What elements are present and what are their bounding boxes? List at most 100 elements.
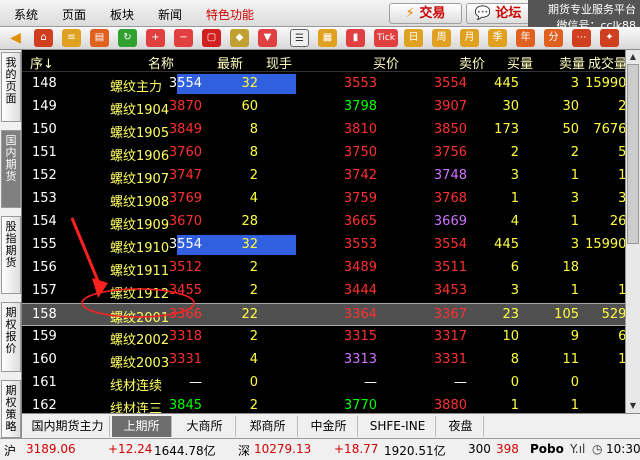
forum-button[interactable]: 💬 论坛 <box>466 3 530 24</box>
table-row[interactable]: 153螺纹1908376943759376813338 <box>22 188 640 211</box>
header-name[interactable]: 名称 <box>148 53 174 72</box>
refresh-icon[interactable]: ↻ <box>118 29 137 47</box>
table-row[interactable]: 155 螺纹1910 3554 32 3553 3554 445 3 1599044 <box>22 234 640 257</box>
cell-ask: 3907 <box>433 99 467 114</box>
tab-dce[interactable]: 大商所 <box>174 416 236 437</box>
menu-sector[interactable]: 板块 <box>110 6 134 23</box>
grid-icon[interactable]: ▦ <box>318 29 337 47</box>
tick-icon[interactable]: Tick <box>374 29 398 47</box>
table-row[interactable]: 157螺纹1912345523444345331102 <box>22 280 640 303</box>
table-row[interactable]: 154螺纹190936702836653669412698 <box>22 211 640 234</box>
side-tab-options-strategy[interactable]: 期权策略 <box>1 380 21 438</box>
side-tab-domestic-futures[interactable]: 国内期货 <box>1 130 21 208</box>
zoom-in-icon[interactable]: + <box>146 29 165 47</box>
menu-system[interactable]: 系统 <box>14 6 38 23</box>
day-icon[interactable]: 日 <box>404 29 423 47</box>
cell-ask: 3317 <box>433 329 467 344</box>
toolbar: ◀ ⌂ ≡ ▤ ↻ + − ▢ ◆ ▼ ☰ ▦ ▮ Tick 日 周 月 季 年… <box>0 27 640 50</box>
month-icon[interactable]: 月 <box>460 29 479 47</box>
table-row[interactable]: 152螺纹1907374723742374831130 <box>22 165 640 188</box>
cell-name: 螺纹1904 <box>110 103 170 118</box>
cell-vol: 2 <box>249 398 258 413</box>
cell-bid: 3313 <box>343 352 377 367</box>
chart-icon[interactable]: ▮ <box>346 29 365 47</box>
cell-vol: 0 <box>249 375 258 390</box>
header-avol[interactable]: 卖量 <box>559 53 585 72</box>
list-icon[interactable]: ☰ <box>290 29 309 47</box>
table-row[interactable]: 151螺纹1906376083750375622580 <box>22 142 640 165</box>
side-tab-index-futures[interactable]: 股指期货 <box>1 216 21 294</box>
tab-cffex[interactable]: 中金所 <box>300 416 358 437</box>
cell-last: 3760 <box>168 145 202 160</box>
minute-icon[interactable]: 分 <box>544 29 563 47</box>
promo-line1: 期货专业服务平台 <box>548 3 636 16</box>
bell-icon[interactable]: ◆ <box>230 29 249 47</box>
cell-no: 153 <box>32 191 57 206</box>
header-last[interactable]: 最新 <box>217 53 243 72</box>
quarter-icon[interactable]: 季 <box>488 29 507 47</box>
table-row[interactable]: 156螺纹1911351223489351161856 <box>22 257 640 280</box>
cell-last: 3455 <box>168 283 202 298</box>
cell-bid: 3444 <box>343 283 377 298</box>
header-tvol[interactable]: 成交量 <box>588 53 627 72</box>
table-row[interactable]: 150 螺纹1905 3849 8 3810 3850 173 50 767666 <box>22 119 640 142</box>
side-tab-options-quotes[interactable]: 期权报价 <box>1 302 21 372</box>
table-row[interactable]: 160螺纹20033331433133331811166 <box>22 349 640 372</box>
tab-night[interactable]: 夜盘 <box>438 416 484 437</box>
zoom-out-icon[interactable]: − <box>174 29 193 47</box>
window-icon[interactable]: ▢ <box>202 29 221 47</box>
tab-main-contracts[interactable]: 国内期货主力 <box>26 416 110 437</box>
trade-button[interactable]: ⚡ 交易 <box>389 3 462 24</box>
header-bvol[interactable]: 买量 <box>507 53 533 72</box>
side-tab-my-page[interactable]: 我的页面 <box>1 52 21 122</box>
tab-czce[interactable]: 郑商所 <box>238 416 298 437</box>
year-icon[interactable]: 年 <box>516 29 535 47</box>
scroll-thumb[interactable] <box>627 64 639 244</box>
cell-bvol: 445 <box>494 237 519 252</box>
clock-icon: ◷ <box>592 442 603 456</box>
news-icon[interactable]: ▤ <box>90 29 109 47</box>
sz-label: 深 <box>238 444 251 458</box>
cell-ask: 3554 <box>433 76 467 91</box>
cell-bvol: 0 <box>510 375 519 390</box>
chat-bubble-icon: 💬 <box>474 6 491 21</box>
filter-icon[interactable]: ▼ <box>258 29 277 47</box>
table-row[interactable]: 159螺纹20023318233153317109620 <box>22 326 640 349</box>
cell-bvol: 8 <box>510 352 519 367</box>
quote-table: 序↓ 名称 最新 现手 买价 卖价 买量 卖量 成交量 148 螺纹主力 3554 3… <box>22 50 640 440</box>
tab-shfe[interactable]: 上期所 <box>112 416 172 437</box>
cell-bid: 3364 <box>343 307 377 322</box>
more-icon[interactable]: ⋯ <box>572 29 591 47</box>
cell-ask: 3453 <box>433 283 467 298</box>
cell-bvol: 3 <box>510 168 519 183</box>
menu-page[interactable]: 页面 <box>62 6 86 23</box>
header-ask[interactable]: 卖价 <box>459 53 485 72</box>
vertical-scrollbar[interactable]: ▲ ▼ <box>625 50 640 413</box>
cell-last: 3769 <box>168 191 202 206</box>
cell-ask: 3768 <box>433 191 467 206</box>
sh-change: +12.24 <box>108 442 153 456</box>
cell-ask: 3554 <box>433 237 467 252</box>
scroll-up-icon[interactable]: ▲ <box>626 50 640 64</box>
settings-icon[interactable]: ✦ <box>600 29 619 47</box>
header-vol[interactable]: 现手 <box>266 53 292 72</box>
cell-vol: 8 <box>249 145 258 160</box>
header-no[interactable]: 序↓ <box>30 53 54 72</box>
home-icon[interactable]: ⌂ <box>34 29 53 47</box>
back-icon[interactable]: ◀ <box>6 29 25 47</box>
header-bid[interactable]: 买价 <box>373 53 399 72</box>
cell-last: 3747 <box>168 168 202 183</box>
info-icon[interactable]: ≡ <box>62 29 81 47</box>
menu-news[interactable]: 新闻 <box>158 6 182 23</box>
cell-vol: 8 <box>249 122 258 137</box>
table-row[interactable]: 161线材连续—0——000 <box>22 372 640 395</box>
sh-label: 沪 <box>4 444 17 458</box>
tab-shfe-ine[interactable]: SHFE-INE <box>360 416 436 437</box>
scroll-down-icon[interactable]: ▼ <box>626 399 640 413</box>
menu-features[interactable]: 特色功能 <box>206 6 254 23</box>
table-row[interactable]: 158 螺纹2001 3366 22 3364 3367 23 105 52944 <box>22 303 640 326</box>
table-row[interactable]: 148 螺纹主力 3554 32 3553 3554 445 3 1599044 <box>22 73 640 96</box>
week-icon[interactable]: 周 <box>432 29 451 47</box>
cell-no: 160 <box>32 352 57 367</box>
table-row[interactable]: 149螺纹1904387060379839073030240 <box>22 96 640 119</box>
